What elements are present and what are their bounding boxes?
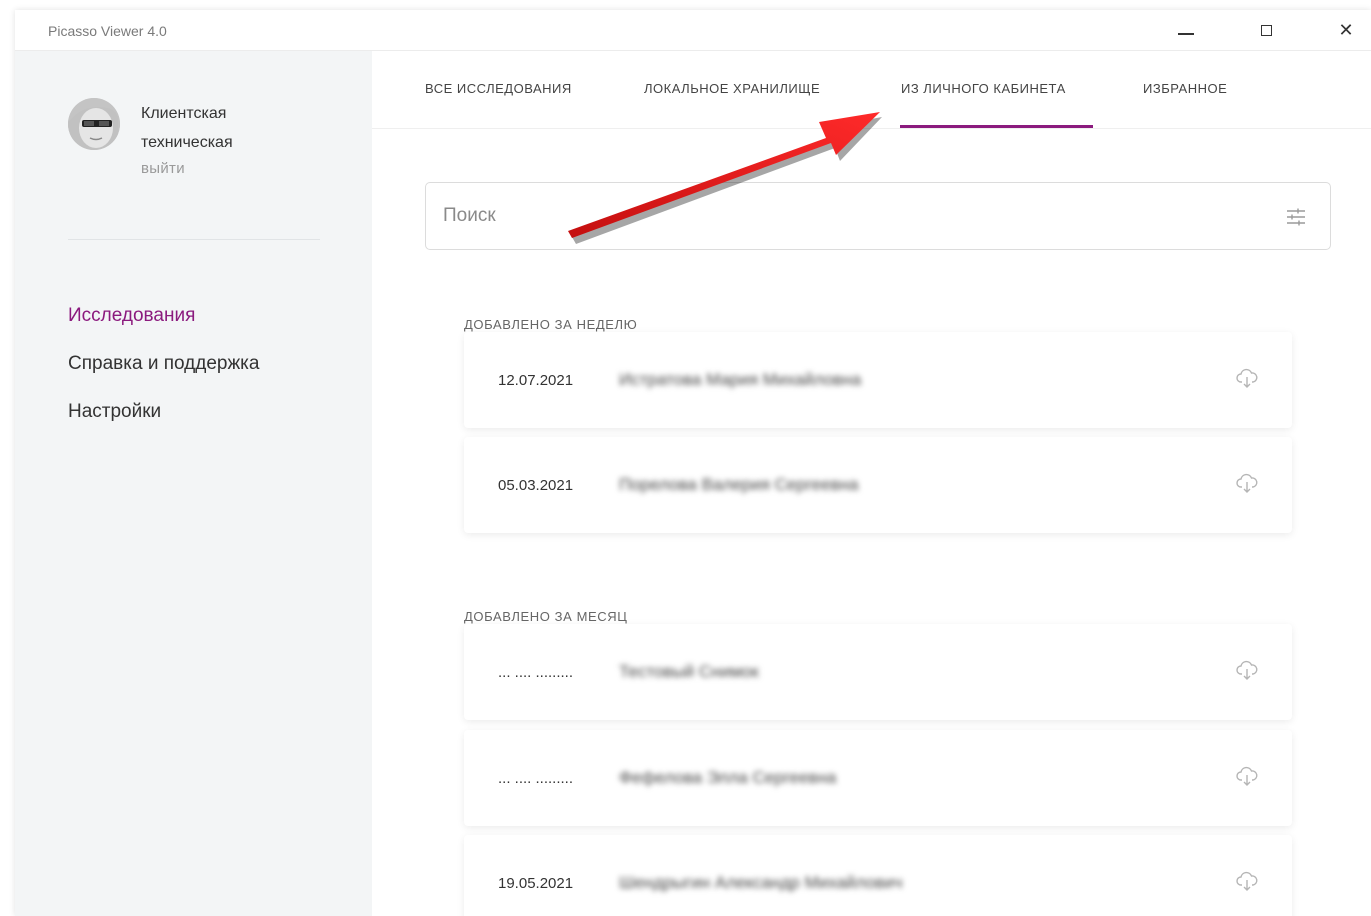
cloud-download-icon[interactable]: [1236, 871, 1258, 893]
close-icon: ✕: [1338, 20, 1354, 40]
section-title-week: ДОБАВЛЕНО ЗА НЕДЕЛЮ: [464, 317, 638, 332]
tab-all-studies[interactable]: ВСЕ ИССЛЕДОВАНИЯ: [425, 81, 572, 96]
sidebar-item-help-support[interactable]: Справка и поддержка: [68, 353, 259, 375]
item-patient-name: Фефелова Элла Сергеевна: [619, 768, 837, 787]
section-title-month: ДОБАВЛЕНО ЗА МЕСЯЦ: [464, 609, 628, 624]
item-patient-name: Порелова Валерия Сергеевна: [619, 475, 859, 494]
item-date: 05.03.2021: [498, 477, 574, 494]
item-patient-name: Тестовый Снимок: [619, 662, 759, 681]
item-date: 19.05.2021: [498, 875, 574, 892]
tab-personal-account[interactable]: ИЗ ЛИЧНОГО КАБИНЕТА: [901, 81, 1066, 96]
tab-bar: ВСЕ ИССЛЕДОВАНИЯ ЛОКАЛЬНОЕ ХРАНИЛИЩЕ ИЗ …: [372, 51, 1371, 129]
cloud-download-icon[interactable]: [1236, 368, 1258, 390]
user-name-line-2: техническая: [141, 134, 233, 151]
list-item[interactable]: ... .... ......... Фефелова Элла Сергеев…: [464, 730, 1292, 826]
sidebar: Клиентская техническая выйти Исследовани…: [15, 51, 372, 916]
tab-local-storage[interactable]: ЛОКАЛЬНОЕ ХРАНИЛИЩЕ: [644, 81, 820, 96]
avatar: [68, 98, 120, 150]
user-name: Клиентская техническая: [141, 99, 341, 157]
maximize-button[interactable]: [1243, 10, 1289, 51]
tab-favorites[interactable]: ИЗБРАННОЕ: [1143, 81, 1227, 96]
list-item[interactable]: 12.07.2021 Истратова Мария Михайловна: [464, 332, 1292, 428]
minimize-icon: [1178, 32, 1194, 35]
search-input[interactable]: [443, 202, 1263, 230]
title-bar: Picasso Viewer 4.0 ✕: [15, 10, 1371, 51]
logout-link[interactable]: выйти: [141, 160, 185, 177]
list-item[interactable]: ... .... ......... Тестовый Снимок: [464, 624, 1292, 720]
item-date: 12.07.2021: [498, 372, 574, 389]
item-patient-name: Истратова Мария Михайловна: [619, 370, 862, 389]
cloud-download-icon[interactable]: [1236, 473, 1258, 495]
item-patient-name: Шендрыгин Александр Михайлович: [619, 873, 903, 892]
app-window: Picasso Viewer 4.0 ✕ Клиентская техничес…: [15, 10, 1371, 916]
user-name-line-1: Клиентская: [141, 105, 227, 122]
maximize-icon: [1260, 25, 1272, 36]
active-tab-indicator: [900, 125, 1093, 128]
item-date: ... .... .........: [498, 770, 574, 787]
sidebar-divider: [68, 239, 320, 240]
list-item[interactable]: 05.03.2021 Порелова Валерия Сергеевна: [464, 437, 1292, 533]
filter-sliders-icon[interactable]: [1285, 206, 1307, 228]
cloud-download-icon[interactable]: [1236, 660, 1258, 682]
item-date: ... .... .........: [498, 664, 574, 681]
avatar-face-icon: [68, 98, 120, 150]
search-box: [425, 182, 1331, 250]
close-button[interactable]: ✕: [1323, 10, 1369, 51]
list-item[interactable]: 19.05.2021 Шендрыгин Александр Михайлови…: [464, 835, 1292, 916]
cloud-download-icon[interactable]: [1236, 766, 1258, 788]
sidebar-item-settings[interactable]: Настройки: [68, 401, 161, 423]
main-content: ВСЕ ИССЛЕДОВАНИЯ ЛОКАЛЬНОЕ ХРАНИЛИЩЕ ИЗ …: [372, 51, 1371, 916]
minimize-button[interactable]: [1163, 10, 1209, 51]
sidebar-item-studies[interactable]: Исследования: [68, 305, 195, 327]
window-title: Picasso Viewer 4.0: [48, 23, 167, 39]
